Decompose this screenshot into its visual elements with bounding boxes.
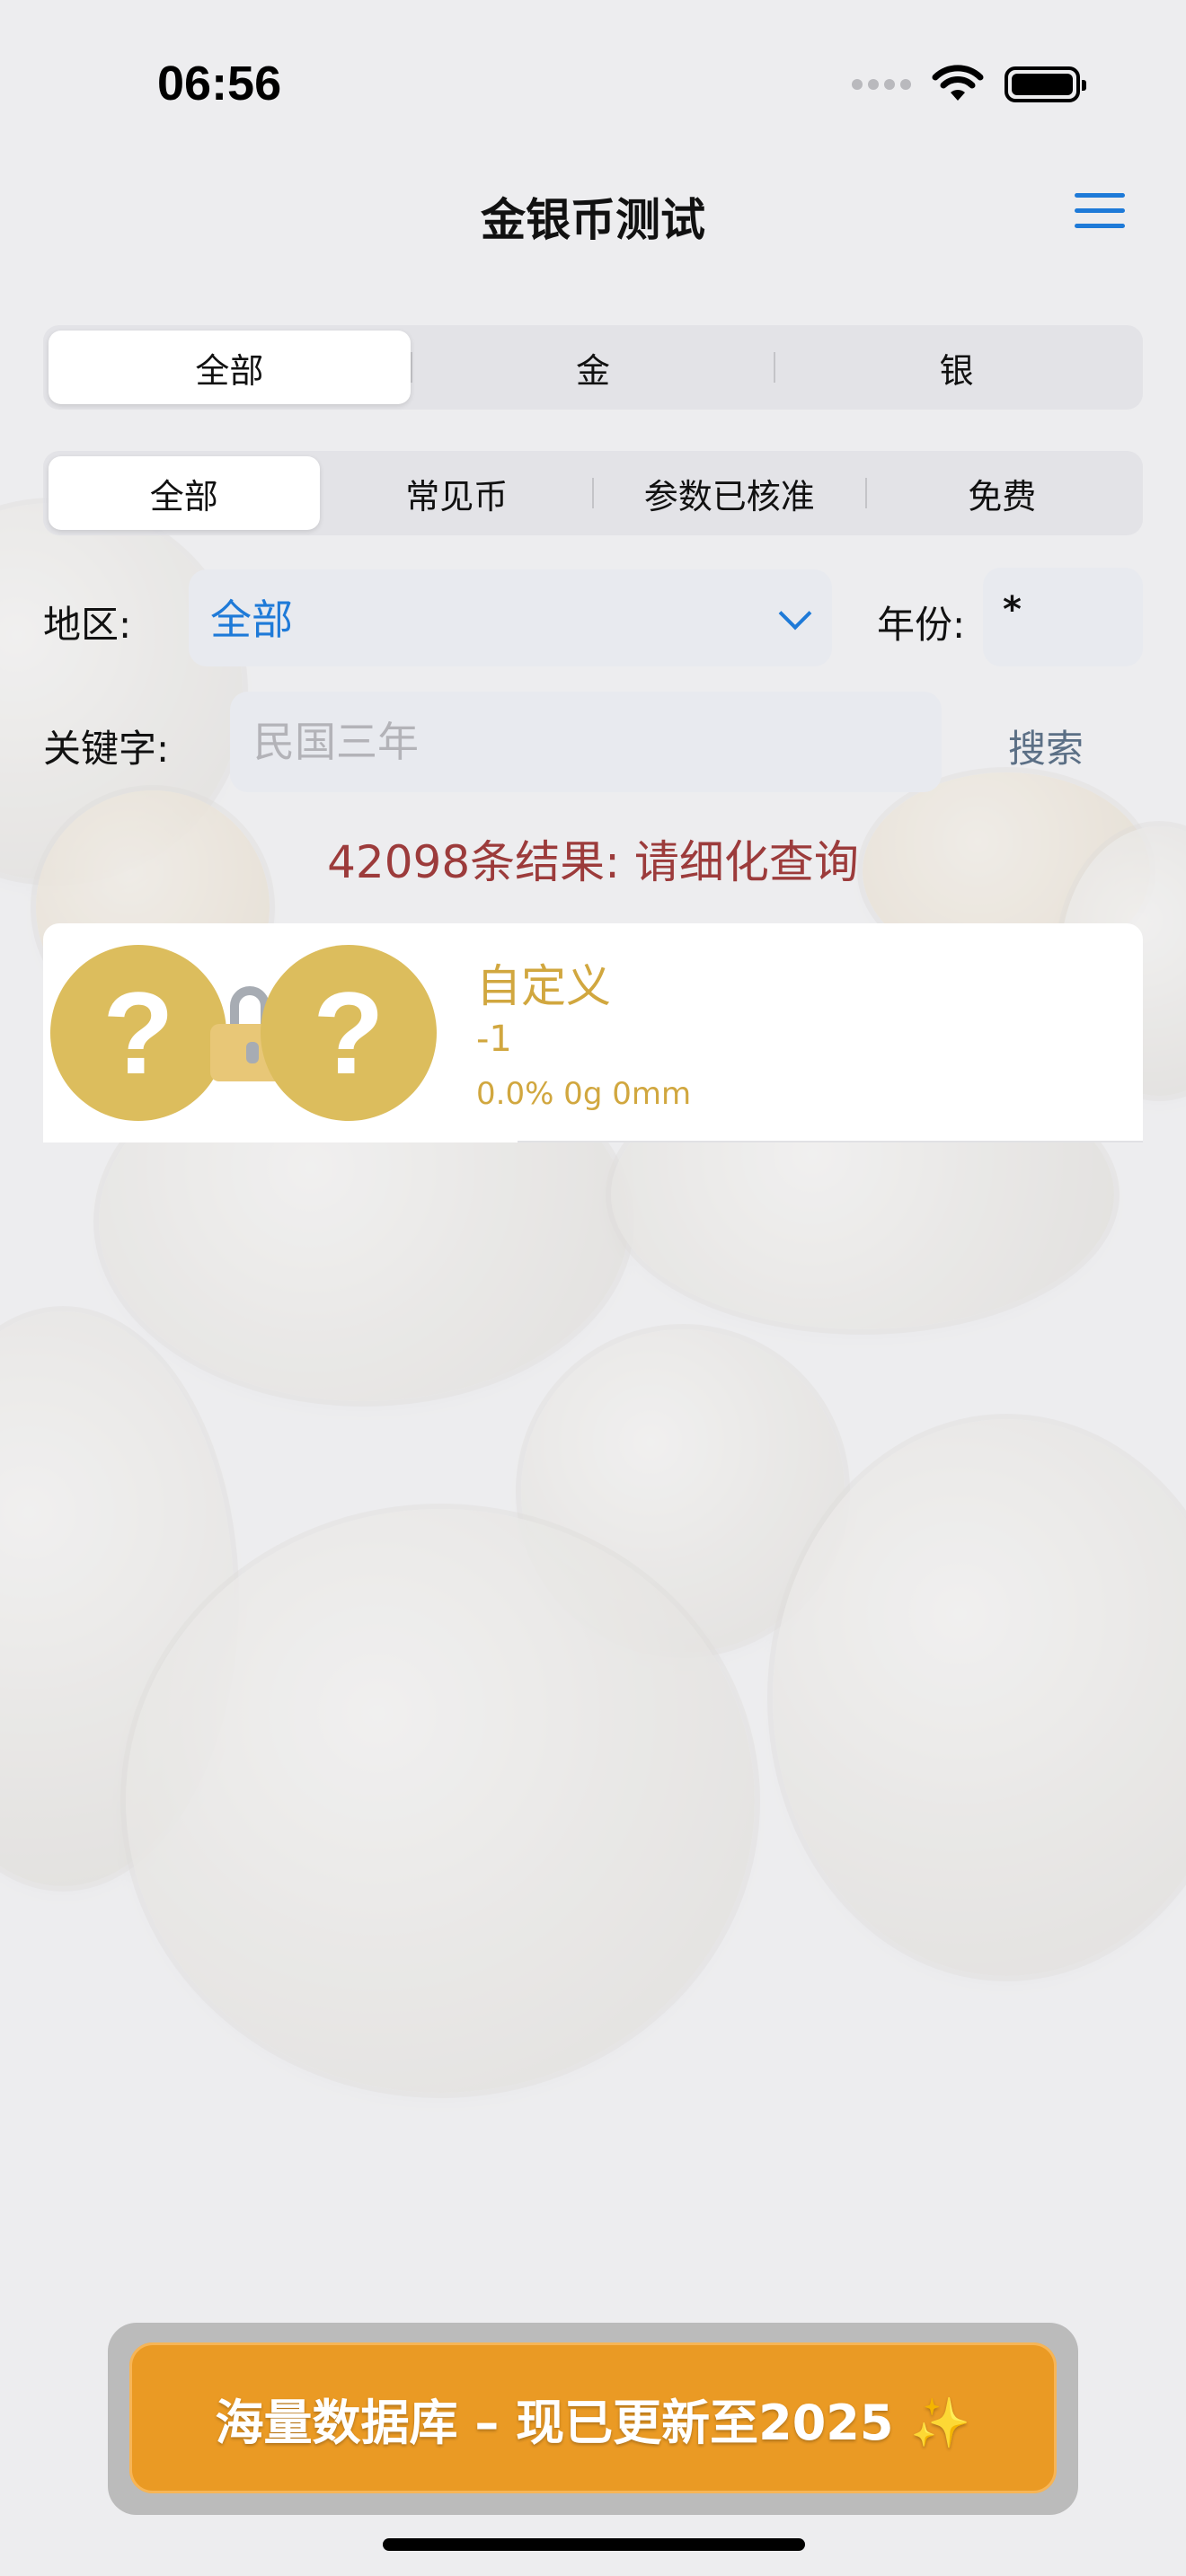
cellular-signal-icon: [852, 79, 911, 90]
year-label: 年份:: [877, 603, 966, 647]
result-subtitle: -1: [476, 1019, 512, 1060]
coin-obverse-placeholder: ?: [50, 945, 226, 1121]
status-time: 06:56: [157, 57, 282, 110]
promo-banner-text: 海量数据库 – 现已更新至2025 ✨: [215, 2394, 971, 2451]
region-value: 全部: [210, 595, 293, 644]
category-segmented-control: 全部 常见币 参数已核准 免费: [43, 451, 1143, 535]
keyword-field: [230, 692, 942, 792]
coin-reverse-placeholder: ?: [261, 945, 437, 1121]
metal-option-all[interactable]: 全部: [49, 331, 411, 404]
hamburger-menu-icon[interactable]: [1075, 193, 1125, 231]
result-meta: 0.0% 0g 0mm: [476, 1076, 692, 1112]
metal-segmented-control: 全部 金 银: [43, 325, 1143, 410]
region-label: 地区:: [43, 603, 132, 647]
battery-icon: [1005, 66, 1086, 102]
metal-option-silver[interactable]: 银: [775, 331, 1137, 404]
year-value: *: [1003, 589, 1022, 631]
result-title: 自定义: [476, 960, 611, 1012]
metal-option-gold[interactable]: 金: [412, 331, 774, 404]
promo-banner-container: 海量数据库 – 现已更新至2025 ✨: [108, 2323, 1078, 2515]
chevron-down-icon: [778, 596, 812, 631]
result-list-item[interactable]: ? ? 自定义 -1 0.0% 0g 0mm: [43, 923, 1143, 1142]
category-option-verified[interactable]: 参数已核准: [594, 456, 865, 530]
promo-banner-button[interactable]: 海量数据库 – 现已更新至2025 ✨: [129, 2342, 1057, 2493]
keyword-input[interactable]: [230, 692, 942, 792]
home-indicator[interactable]: [383, 2538, 805, 2551]
page-title: 金银币测试: [481, 194, 705, 246]
result-count-text: 42098条结果: 请细化查询: [327, 836, 859, 888]
search-button[interactable]: 搜索: [1008, 719, 1084, 773]
year-field[interactable]: *: [983, 568, 1143, 666]
category-option-all[interactable]: 全部: [49, 456, 320, 530]
wifi-icon: [932, 65, 984, 101]
keyword-label: 关键字:: [43, 727, 170, 771]
region-dropdown[interactable]: 全部: [189, 569, 832, 666]
category-option-common[interactable]: 常见币: [322, 456, 593, 530]
category-option-free[interactable]: 免费: [867, 456, 1138, 530]
